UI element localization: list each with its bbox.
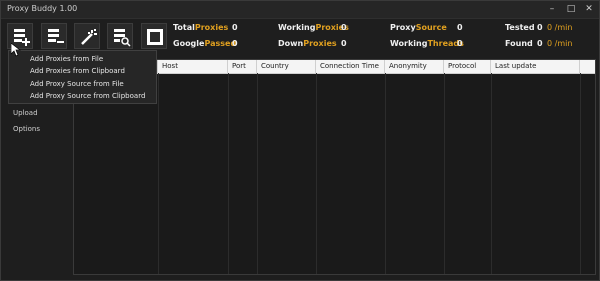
minimize-button[interactable]: –	[547, 3, 557, 15]
menu-item-add-proxies-clipboard[interactable]: Add Proxies from Clipboard	[30, 67, 125, 75]
down-proxies-value: 0	[341, 39, 347, 48]
maximize-button[interactable]: □	[566, 3, 576, 15]
magic-wand-button[interactable]	[74, 23, 100, 49]
tested-value: 0	[537, 23, 543, 32]
remove-list-button[interactable]	[41, 23, 67, 49]
column-header-port[interactable]: Port	[228, 60, 257, 73]
mouse-cursor-icon	[11, 43, 21, 57]
close-button[interactable]: ✕	[584, 3, 594, 15]
search-list-icon	[114, 29, 131, 47]
title-bar: Proxy Buddy 1.00 – □ ✕	[1, 1, 599, 19]
add-proxies-menu: Add Proxies from File Add Proxies from C…	[8, 50, 157, 104]
stop-icon	[147, 29, 163, 45]
search-list-button[interactable]	[107, 23, 133, 49]
google-passed-label: GooglePassed	[173, 39, 237, 48]
proxy-source-value: 0	[457, 23, 463, 32]
working-proxies-label: WorkingProxies	[278, 23, 349, 32]
window-title: Proxy Buddy 1.00	[7, 4, 78, 13]
found-value: 0	[537, 39, 543, 48]
tested-rate: 0 /min	[547, 23, 573, 32]
total-proxies-label: TotalProxies	[173, 23, 229, 32]
total-proxies-value: 0	[232, 23, 238, 32]
tested-label: Tested	[505, 23, 535, 32]
menu-item-add-source-clipboard[interactable]: Add Proxy Source from Clipboard	[30, 92, 145, 100]
column-divider	[444, 73, 445, 274]
column-divider	[491, 73, 492, 274]
working-proxies-value: 0	[341, 23, 347, 32]
column-header-country[interactable]: Country	[257, 60, 316, 73]
column-divider	[385, 73, 386, 274]
column-divider	[158, 73, 159, 274]
menu-item-add-source-file[interactable]: Add Proxy Source from File	[30, 80, 124, 88]
column-header-anonymity[interactable]: Anonymity	[385, 60, 444, 73]
column-divider	[257, 73, 258, 274]
sidebar-item-options[interactable]: Options	[13, 125, 40, 133]
found-label: Found	[505, 39, 533, 48]
found-rate: 0 /min	[547, 39, 573, 48]
column-divider	[580, 73, 581, 274]
column-header-connection-time[interactable]: Connection Time	[316, 60, 385, 73]
main-window: Proxy Buddy 1.00 – □ ✕ TotalProxies 0 Go…	[0, 0, 600, 281]
magic-wand-icon	[81, 29, 97, 45]
column-header-protocol[interactable]: Protocol	[444, 60, 491, 73]
working-threads-value: 0	[457, 39, 463, 48]
column-divider	[228, 73, 229, 274]
remove-list-icon	[48, 29, 64, 43]
down-proxies-label: DownProxies	[278, 39, 337, 48]
column-header-host[interactable]: Host	[158, 60, 228, 73]
column-header-filler	[580, 60, 595, 73]
stop-button[interactable]	[141, 23, 167, 49]
column-divider	[316, 73, 317, 274]
column-header-last-update[interactable]: Last update	[491, 60, 580, 73]
google-passed-value: 0	[232, 39, 238, 48]
sidebar-item-upload[interactable]: Upload	[13, 109, 38, 117]
proxy-source-label: ProxySource	[390, 23, 447, 32]
menu-item-add-proxies-file[interactable]: Add Proxies from File	[30, 55, 103, 63]
working-threads-label: WorkingThreads	[390, 39, 464, 48]
